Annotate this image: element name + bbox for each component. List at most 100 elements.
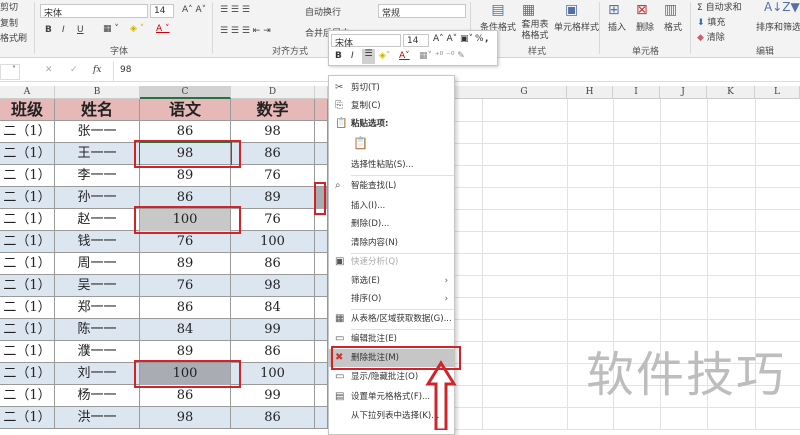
- number-format-select[interactable]: 常规: [378, 4, 466, 19]
- sort-filter-button[interactable]: 排序和筛选: [756, 20, 800, 33]
- cell-math[interactable]: 76: [231, 209, 315, 231]
- cell-class[interactable]: 班级: [0, 99, 55, 121]
- mini-percent-button[interactable]: %: [475, 34, 484, 44]
- cell-math[interactable]: 100: [231, 231, 315, 253]
- autosum-button[interactable]: Σ 自动求和: [697, 0, 742, 13]
- cell-math[interactable]: 99: [231, 319, 315, 341]
- cell-math[interactable]: 数学: [231, 99, 315, 121]
- copy-button[interactable]: 复制: [0, 16, 18, 29]
- format-button[interactable]: 格式: [664, 20, 682, 33]
- cell-name[interactable]: 赵一一: [55, 209, 140, 231]
- cell-chinese[interactable]: 86: [140, 297, 231, 319]
- menu-item-item-3[interactable]: 选择性粘贴(S)...: [329, 156, 454, 174]
- mini-center-icon[interactable]: ☰: [362, 49, 375, 64]
- column-header-h[interactable]: H: [567, 86, 613, 99]
- menu-item-item-5[interactable]: 插入(I)...: [329, 197, 454, 215]
- cell-math[interactable]: 89: [231, 187, 315, 209]
- mini-size-select[interactable]: 14: [403, 34, 429, 47]
- font-color-icon[interactable]: A ˅: [156, 24, 170, 34]
- cell-chinese[interactable]: 89: [140, 253, 231, 275]
- cell-math[interactable]: 98: [231, 275, 315, 297]
- cell-math[interactable]: 86: [231, 253, 315, 275]
- cancel-icon[interactable]: ✕: [45, 65, 53, 75]
- cell-class[interactable]: 二（1）: [0, 209, 55, 231]
- mini-font-grow-icon[interactable]: A˄ A˅ ▣˅: [433, 34, 473, 44]
- align-top-icon[interactable]: ☰ ☰ ☰: [220, 5, 250, 15]
- column-header-a[interactable]: A: [0, 86, 55, 99]
- cell-math[interactable]: 76: [231, 165, 315, 187]
- mini-italic-button[interactable]: I: [351, 51, 354, 61]
- cell-name[interactable]: 吴一一: [55, 275, 140, 297]
- function-icon[interactable]: fx: [93, 65, 101, 75]
- cell-class[interactable]: 二（1）: [0, 143, 55, 165]
- cell-e[interactable]: [315, 121, 328, 143]
- fill-color-icon[interactable]: ◈ ˅: [130, 24, 144, 34]
- cell-math[interactable]: 86: [231, 341, 315, 363]
- cell-e[interactable]: [315, 297, 328, 319]
- menu-item-item-7[interactable]: 清除内容(N): [329, 234, 454, 252]
- column-header-k[interactable]: K: [707, 86, 755, 99]
- cell-name[interactable]: 王一一: [55, 143, 140, 165]
- menu-item-item-10[interactable]: 排序(O) ›: [329, 290, 454, 308]
- wrap-text-button[interactable]: 自动换行: [305, 5, 341, 18]
- cell-chinese[interactable]: 98: [140, 407, 231, 429]
- table-format-button[interactable]: 套用表格格式: [518, 20, 552, 42]
- column-header-j[interactable]: J: [660, 86, 707, 99]
- column-header-b[interactable]: B: [55, 86, 140, 99]
- cell-name[interactable]: 陈一一: [55, 319, 140, 341]
- cell-class[interactable]: 二（1）: [0, 187, 55, 209]
- cell-e[interactable]: [315, 99, 328, 121]
- cell-chinese[interactable]: 76: [140, 275, 231, 297]
- cell-chinese[interactable]: 76: [140, 231, 231, 253]
- border-icon[interactable]: ▦ ˅: [103, 24, 119, 34]
- column-header-i[interactable]: I: [613, 86, 660, 99]
- column-header-g[interactable]: G: [482, 86, 567, 99]
- cell-math[interactable]: 100: [231, 363, 315, 385]
- cell-class[interactable]: 二（1）: [0, 407, 55, 429]
- cell-e[interactable]: [315, 143, 328, 165]
- font-name-select[interactable]: 宋体: [40, 4, 148, 19]
- cell-class[interactable]: 二（1）: [0, 253, 55, 275]
- menu-item-table[interactable]: ▦ 从表格/区域获取数据(G)...: [329, 310, 454, 328]
- cell-class[interactable]: 二（1）: [0, 165, 55, 187]
- cell-math[interactable]: 86: [231, 143, 315, 165]
- column-header-e[interactable]: [315, 86, 328, 99]
- clear-button[interactable]: ◆ 清除: [697, 30, 725, 43]
- cell-class[interactable]: 二（1）: [0, 121, 55, 143]
- mini-bold-button[interactable]: B: [335, 51, 342, 61]
- italic-button[interactable]: I: [62, 25, 65, 35]
- mini-comma-button[interactable]: ,: [485, 34, 488, 44]
- cell-e[interactable]: [315, 341, 328, 363]
- grow-font-icon[interactable]: A˄ A˅: [182, 5, 206, 15]
- confirm-icon[interactable]: ✓: [70, 65, 78, 75]
- underline-button[interactable]: U: [77, 25, 84, 35]
- cell-math[interactable]: 99: [231, 385, 315, 407]
- cut-button[interactable]: 剪切: [0, 0, 18, 13]
- cell-name[interactable]: 李一一: [55, 165, 140, 187]
- menu-item-item-6[interactable]: 删除(D)...: [329, 215, 454, 233]
- font-size-select[interactable]: 14: [150, 4, 174, 18]
- menu-item-item-9[interactable]: 筛选(E) ›: [329, 272, 454, 290]
- cell-chinese[interactable]: 语文: [140, 99, 231, 121]
- cell-math[interactable]: 86: [231, 407, 315, 429]
- cell-name[interactable]: 杨一一: [55, 385, 140, 407]
- menu-item-copy[interactable]: ⎘ 复制(C): [329, 97, 454, 115]
- mini-font-color-icon[interactable]: A˅: [399, 51, 410, 61]
- cell-e[interactable]: [315, 275, 328, 297]
- fill-button[interactable]: ⬇ 填充: [697, 15, 725, 28]
- cell-name[interactable]: 孙一一: [55, 187, 140, 209]
- cell-name[interactable]: 周一一: [55, 253, 140, 275]
- cell-class[interactable]: 二（1）: [0, 297, 55, 319]
- cell-e[interactable]: [315, 407, 328, 429]
- align-left-icon[interactable]: ☰ ☰ ☰ ⇤ ⇥: [220, 26, 271, 36]
- cell-chinese[interactable]: 84: [140, 319, 231, 341]
- cell-math[interactable]: 84: [231, 297, 315, 319]
- cell-name[interactable]: 刘一一: [55, 363, 140, 385]
- insert-button[interactable]: 插入: [608, 20, 626, 33]
- cell-e[interactable]: [315, 363, 328, 385]
- cell-class[interactable]: 二（1）: [0, 385, 55, 407]
- column-header-d[interactable]: D: [231, 86, 315, 99]
- cell-name[interactable]: 姓名: [55, 99, 140, 121]
- cell-math[interactable]: 98: [231, 121, 315, 143]
- mini-border-icon[interactable]: ▦˅ ⁺⁰ ⁻⁰ ✎: [419, 51, 465, 61]
